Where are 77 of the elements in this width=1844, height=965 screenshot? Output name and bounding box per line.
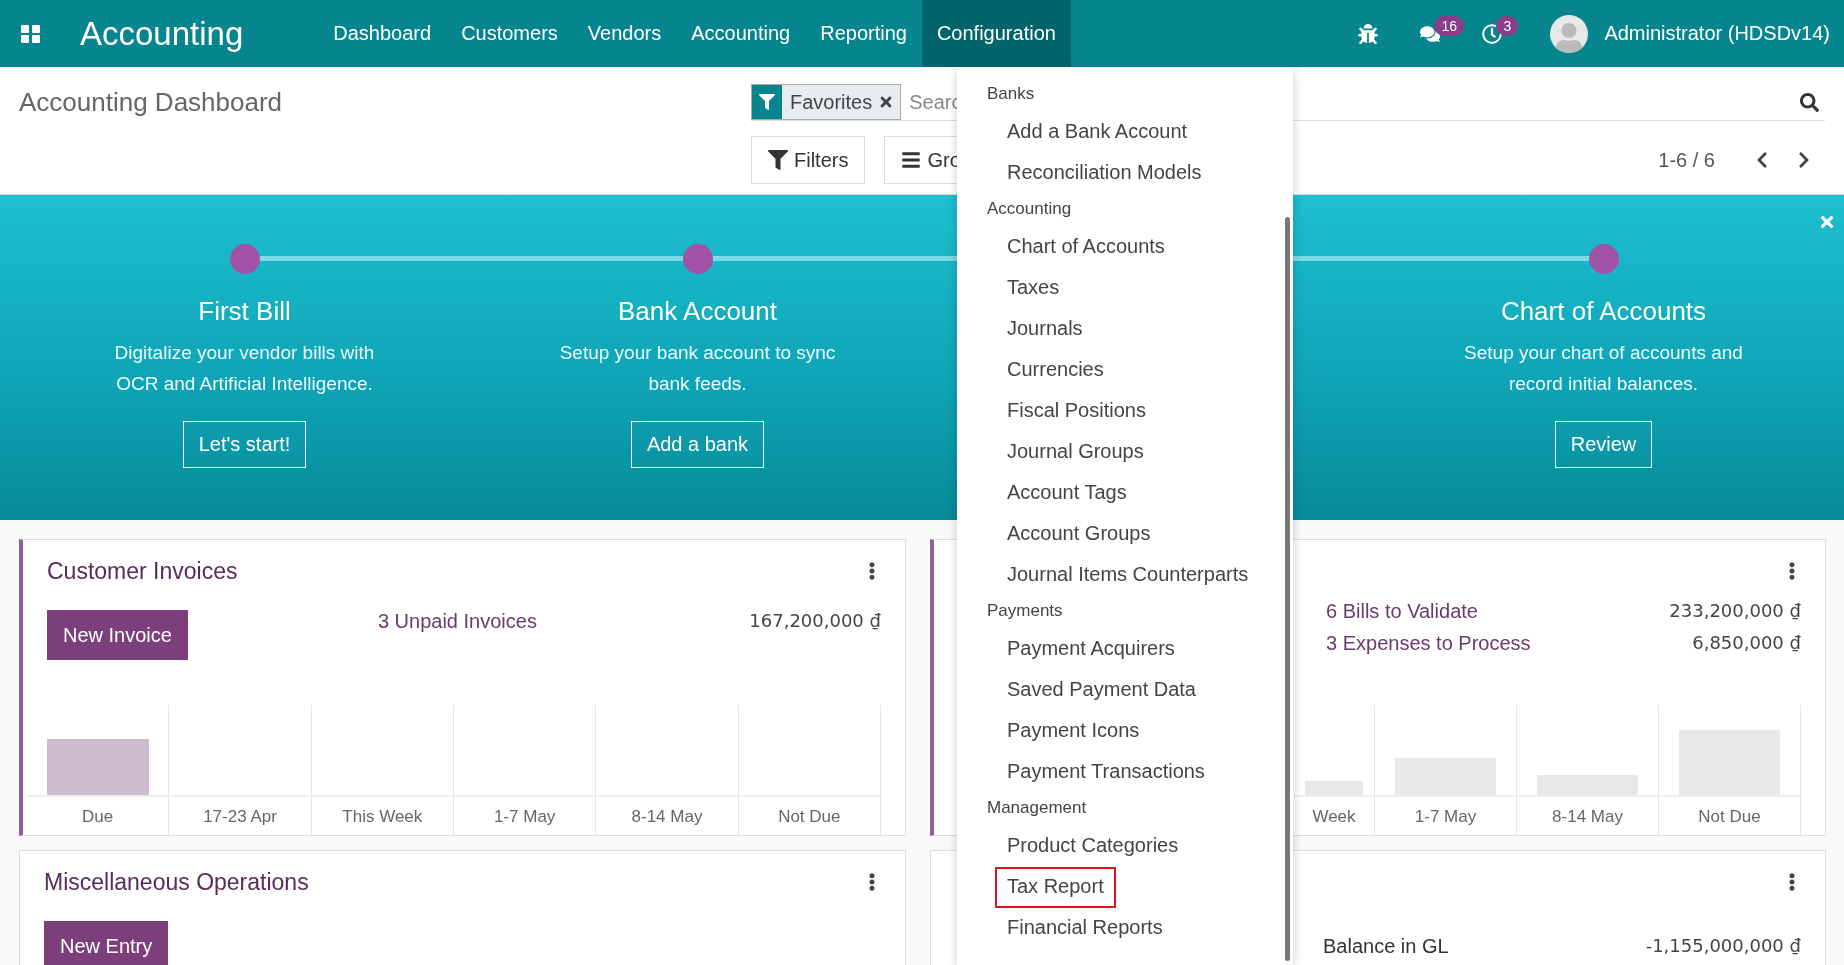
count-badge: 16 [1434, 16, 1464, 36]
filter-facet[interactable]: Favorites [751, 84, 902, 120]
chart-label: 8-14 May [630, 806, 704, 828]
chart-label: 1-7 May [1413, 806, 1478, 828]
dropdown-item[interactable]: Payment Acquirers [995, 629, 1187, 670]
bug-icon[interactable] [1358, 23, 1379, 44]
chart-label: Week [1311, 806, 1357, 828]
amount-text: 233,200,000 ₫ [1669, 600, 1801, 623]
dropdown-item[interactable]: Tax Report [995, 867, 1116, 908]
amount-text: 6,850,000 ₫ [1692, 632, 1801, 655]
dropdown-item[interactable]: Chart of Accounts [995, 227, 1177, 268]
dropdown-item[interactable]: Product Categories [995, 826, 1191, 867]
primary-button[interactable]: New Entry [44, 921, 169, 965]
dropdown-item[interactable]: Payment Transactions [995, 752, 1217, 793]
menu-item[interactable]: Vendors [572, 0, 677, 67]
dashboard-link[interactable]: 6 Bills to Validate [1326, 600, 1478, 623]
step-dot [1588, 244, 1619, 274]
step-dot [229, 244, 260, 274]
filter-icon [759, 94, 775, 110]
menu-item[interactable]: Dashboard [318, 0, 447, 67]
dashboard-link[interactable]: 3 Unpaid Invoices [377, 610, 537, 633]
chart-label: 8-14 May [1551, 806, 1624, 828]
primary-button[interactable]: New Invoice [47, 610, 188, 660]
menu-icon [901, 150, 922, 170]
clock-icon[interactable] [1482, 23, 1503, 44]
scrollbar[interactable] [1285, 217, 1290, 961]
chart-label: Not Due [1697, 806, 1762, 828]
step-description: Digitalize your vendor bills with OCR and Artificial Intelligence. [113, 341, 376, 396]
step-title: First Bill [198, 296, 291, 327]
step-title: Bank Account [618, 296, 777, 327]
dropdown-item[interactable]: Journal Items Counterparts [995, 555, 1261, 596]
step-description: Setup your bank account to sync bank feeds. [558, 341, 837, 396]
pager-text: 1-6 / 6 [1658, 148, 1715, 172]
filter-icon [768, 150, 788, 170]
app-name: Accounting [80, 14, 244, 53]
dashboard-link[interactable]: 3 Expenses to Process [1326, 632, 1531, 655]
dropdown-item[interactable]: Reconciliation Models [995, 153, 1214, 194]
dropdown-item[interactable]: Add a Bank Account [995, 112, 1200, 153]
dashboard-label: Balance in GL [1323, 935, 1449, 958]
search-icon[interactable] [1800, 92, 1819, 112]
page-title: Accounting Dashboard [19, 86, 284, 119]
dropdown-item[interactable]: Currencies [995, 350, 1116, 391]
amount-text: 167,200,000 ₫ [749, 610, 881, 633]
menu-section-header: Management [986, 797, 1088, 819]
user-name[interactable]: Administrator (HDSDv14) [1604, 22, 1830, 45]
card-title[interactable]: Customer Invoices [47, 558, 881, 588]
dropdown-item[interactable]: Account Groups [995, 514, 1163, 555]
dropdown-item[interactable]: Account Tags [995, 473, 1139, 514]
dropdown-item[interactable]: Saved Payment Data [995, 670, 1208, 711]
chat-icon[interactable] [1420, 23, 1441, 44]
menu-item[interactable]: Configuration [921, 0, 1071, 67]
filters-button[interactable]: Filters [751, 136, 866, 184]
dropdown-item[interactable]: Payment Icons [995, 711, 1152, 752]
chart-label: 1-7 May [492, 806, 557, 828]
dropdown-item[interactable]: Journal Groups [995, 432, 1156, 473]
menu-item[interactable]: Customers [446, 0, 573, 67]
card-title[interactable]: Miscellaneous Operations [44, 869, 881, 899]
dropdown-item[interactable]: Taxes [995, 268, 1072, 309]
apps-grid-icon[interactable] [20, 22, 42, 45]
chart-label: This Week [341, 806, 424, 828]
step-description: Setup your chart of accounts and record initial balances. [1463, 341, 1744, 396]
avatar[interactable] [1550, 14, 1589, 53]
chart-label: Not Due [777, 806, 842, 828]
menu-item[interactable]: Reporting [805, 0, 922, 67]
chart-label: Due [81, 806, 115, 828]
menu-section-header: Banks [986, 83, 1036, 105]
chart-label: 17-23 Apr [202, 806, 278, 828]
dropdown-item[interactable]: Fiscal Positions [995, 391, 1158, 432]
step-dot [682, 244, 713, 274]
dropdown-item[interactable]: Journals [995, 309, 1095, 350]
dropdown-item[interactable]: Financial Reports [995, 908, 1175, 949]
menu-section-header: Payments [986, 600, 1064, 622]
step-title: Chart of Accounts [1500, 296, 1707, 327]
menu-item[interactable]: Accounting [676, 0, 806, 67]
menu-section-header: Accounting [986, 198, 1073, 220]
count-badge: 3 [1496, 16, 1519, 36]
amount-text: -1,155,000,000 ₫ [1645, 935, 1801, 958]
